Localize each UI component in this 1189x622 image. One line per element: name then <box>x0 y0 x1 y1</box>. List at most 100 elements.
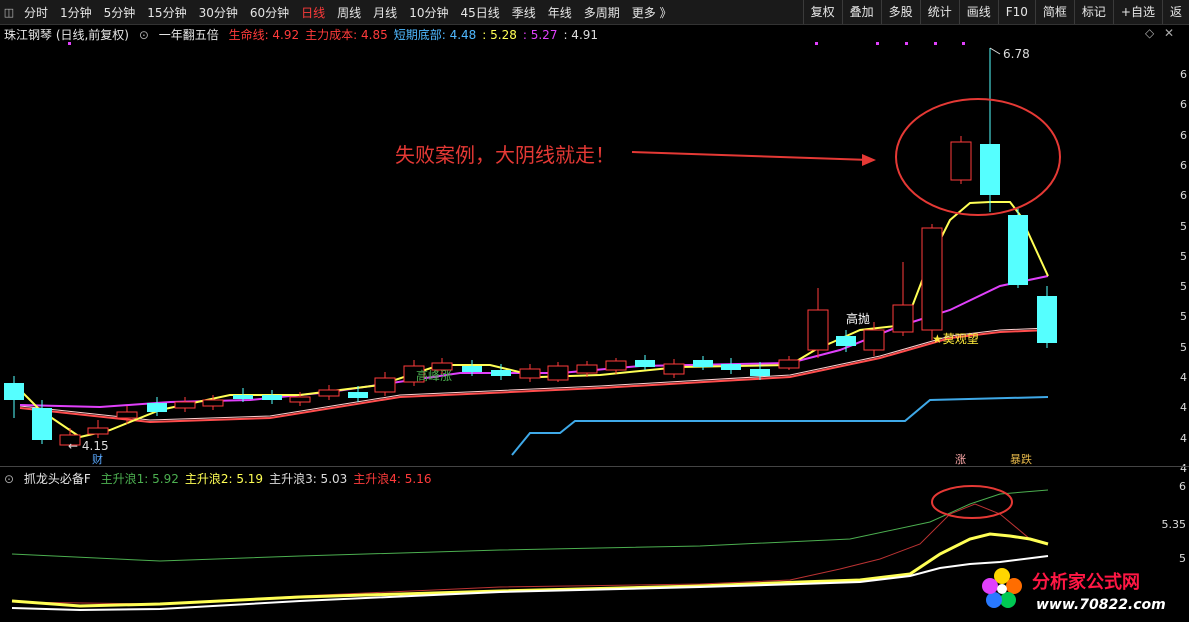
candlestick-chart[interactable]: 失败案例，大阴线就走！ 6.78 ← 4.15 财 涨 暴跌 高抛 ★莫观望 高… <box>0 40 1173 466</box>
toolbar-button-1[interactable]: 叠加 <box>841 0 881 24</box>
toolbar-button-7[interactable]: 标记 <box>1073 0 1113 24</box>
candle-body[interactable] <box>4 383 24 400</box>
tab-8[interactable]: 月线 <box>367 4 403 21</box>
tab-14[interactable]: 更多 》 <box>626 4 678 21</box>
toolbar-button-5[interactable]: F10 <box>997 0 1035 24</box>
toolbar-button-6[interactable]: 简框 <box>1034 0 1074 24</box>
candle-body[interactable] <box>750 369 770 376</box>
candle-body[interactable] <box>921 227 943 331</box>
toolbar-button-4[interactable]: 画线 <box>958 0 998 24</box>
candle-body[interactable] <box>233 395 253 399</box>
signal-dot <box>876 42 879 45</box>
candle-body[interactable] <box>116 411 138 419</box>
candle-body[interactable] <box>605 360 627 371</box>
sidebar-toggle-icon[interactable]: ◫ <box>0 6 18 19</box>
candle-body[interactable] <box>262 395 282 400</box>
signal-dots <box>68 42 965 45</box>
signal-dot <box>905 42 908 45</box>
close-icon[interactable]: ✕ <box>1164 26 1174 40</box>
price-axis-label: 4 <box>1180 371 1187 384</box>
tab-4[interactable]: 30分钟 <box>193 4 244 21</box>
candle-body[interactable] <box>32 408 52 440</box>
candle-body[interactable] <box>980 144 1000 195</box>
candle-body[interactable] <box>318 389 340 397</box>
zhang-tag: 涨 <box>955 453 966 466</box>
tab-1[interactable]: 1分钟 <box>54 4 98 21</box>
price-axis-label: 6 <box>1180 68 1187 81</box>
wave2-line <box>11 532 1049 608</box>
high-marker <box>989 47 1001 55</box>
annotation-text: 失败案例，大阴线就走！ <box>395 143 615 167</box>
toolbar-button-8[interactable]: +自选 <box>1112 0 1162 24</box>
candle-body[interactable] <box>147 403 167 412</box>
candle-body[interactable] <box>576 364 598 374</box>
candle-body[interactable] <box>721 364 741 370</box>
watermark: 分析家公式网 www.70822.com <box>982 568 1166 613</box>
candle-body[interactable] <box>174 401 196 409</box>
price-axis-label: 4 <box>1180 431 1187 445</box>
candle-body[interactable] <box>1008 215 1028 285</box>
gaofeng-tag: 高峰涨 <box>416 368 452 383</box>
price-axis-label: 5 <box>1180 310 1187 324</box>
flower-logo <box>982 568 1022 608</box>
price-axis-label: 6 <box>1180 189 1187 203</box>
candle-body[interactable] <box>462 366 482 372</box>
candle-body[interactable] <box>836 336 856 346</box>
candle-body[interactable] <box>202 399 224 407</box>
tab-12[interactable]: 年线 <box>542 4 578 21</box>
price-axis-label: 5 <box>1180 219 1187 233</box>
toolbar-button-2[interactable]: 多股 <box>880 0 920 24</box>
price-axis-label: 6 <box>1180 128 1187 142</box>
price-axis-label: 6 <box>1180 98 1187 112</box>
candle-body[interactable] <box>635 360 655 367</box>
toolbar-button-9[interactable]: 返 <box>1161 0 1189 24</box>
candle-body[interactable] <box>374 377 396 393</box>
candle-body[interactable] <box>547 365 569 381</box>
short-term-bottom-line <box>511 396 1049 456</box>
candle-body[interactable] <box>892 304 914 333</box>
high-price-label: 6.78 <box>1003 47 1030 61</box>
candle-body[interactable] <box>950 141 972 181</box>
tab-2[interactable]: 5分钟 <box>98 4 142 21</box>
toolbar-button-0[interactable]: 复权 <box>802 0 842 24</box>
moguanwang-tag: ★莫观望 <box>932 332 979 346</box>
candle-body[interactable] <box>289 396 311 403</box>
price-axis-label: 6 <box>1180 158 1187 172</box>
tab-9[interactable]: 10分钟 <box>403 4 454 21</box>
candle-body[interactable] <box>1037 296 1057 343</box>
tab-3[interactable]: 15分钟 <box>141 4 192 21</box>
cai-tag: 财 <box>92 452 103 466</box>
tab-0[interactable]: 分时 <box>18 4 54 21</box>
price-axis-label: 5 <box>1180 249 1187 263</box>
toolbar-button-3[interactable]: 统计 <box>919 0 959 24</box>
watermark-title: 分析家公式网 <box>1032 571 1140 593</box>
candle-body[interactable] <box>519 368 541 379</box>
candle-body[interactable] <box>87 427 109 435</box>
tab-6[interactable]: 日线 <box>295 4 331 21</box>
gaopao-tag: 高抛 <box>846 311 870 326</box>
tab-13[interactable]: 多周期 <box>578 4 626 21</box>
main-price-axis: 6 6 6 6 6 5 5 5 5 5 4 4 4 4 <box>1173 40 1189 475</box>
tab-10[interactable]: 45日线 <box>454 4 505 21</box>
price-axis-label: 4 <box>1180 461 1187 475</box>
price-axis-label: 5 <box>1180 280 1187 294</box>
tab-11[interactable]: 季线 <box>506 4 542 21</box>
sub-axis-6: 6 <box>1179 480 1186 493</box>
signal-dot <box>68 42 71 45</box>
signal-dot <box>934 42 937 45</box>
diamond-icon[interactable]: ◇ <box>1145 26 1154 40</box>
candle-body[interactable] <box>863 329 885 351</box>
tab-7[interactable]: 周线 <box>331 4 367 21</box>
candle-body[interactable] <box>778 359 800 369</box>
price-axis-label: 5 <box>1180 340 1187 354</box>
tab-5[interactable]: 60分钟 <box>244 4 295 21</box>
candles <box>4 48 1057 448</box>
candle-body[interactable] <box>348 392 368 398</box>
candle-body[interactable] <box>663 363 685 375</box>
signal-dot <box>962 42 965 45</box>
candle-body[interactable] <box>807 309 829 351</box>
candle-body[interactable] <box>491 370 511 376</box>
candle-body[interactable] <box>693 360 713 367</box>
highlight-circle <box>895 98 1061 216</box>
sub-highlight-circle <box>931 485 1013 519</box>
